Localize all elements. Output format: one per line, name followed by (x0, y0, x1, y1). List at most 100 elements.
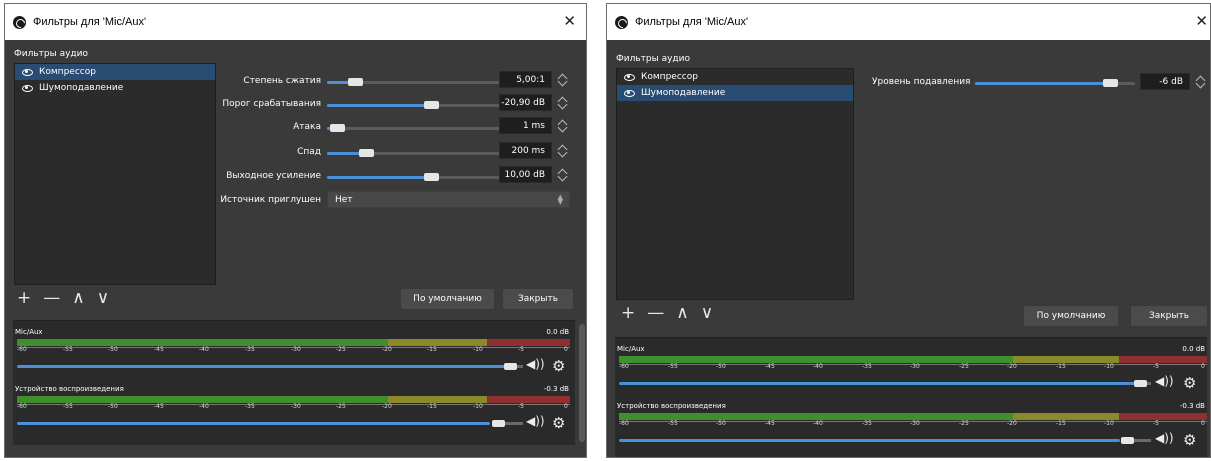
remove-filter-button[interactable]: — (647, 305, 664, 322)
release-slider[interactable] (327, 149, 503, 157)
move-up-button[interactable]: ∧ (676, 305, 688, 322)
filter-item-label: Компрессор (641, 72, 698, 82)
meter-tick-label: -55 (668, 363, 678, 370)
meter-tick-label: -15 (427, 403, 437, 410)
meter-tick-label: -50 (108, 403, 118, 410)
attack-slider[interactable] (327, 124, 503, 132)
eye-icon[interactable] (624, 89, 635, 97)
ratio-spinbox[interactable]: 5,00:1 (499, 71, 552, 88)
meter-tick-label: -55 (63, 403, 73, 410)
move-up-button[interactable]: ∧ (72, 290, 84, 307)
volume-meter (17, 339, 570, 346)
move-down-button[interactable]: ∨ (97, 290, 109, 307)
volume-slider[interactable] (619, 439, 1120, 442)
sidechain-label: Источник приглушен (220, 195, 321, 205)
ratio-label: Степень сжатия (243, 76, 321, 86)
suppression-level-spinbox[interactable]: -6 dB (1140, 73, 1190, 90)
filter-item-label: Шумоподавление (641, 88, 726, 98)
gear-icon[interactable]: ⚙ (1183, 433, 1196, 448)
meter-tick-label: -5 (1153, 420, 1159, 427)
meter-tick-label: -40 (813, 420, 823, 427)
meter-tick-label: -40 (199, 346, 209, 353)
sidechain-select[interactable]: Нет ▲ ▼ (327, 191, 570, 208)
meter-tick-label: -30 (910, 420, 920, 427)
eye-icon[interactable] (22, 68, 33, 76)
attack-stepper[interactable] (557, 117, 569, 134)
obs-logo-icon (13, 15, 26, 29)
chevron-updown-icon: ▲ ▼ (557, 193, 563, 206)
close-icon[interactable]: ✕ (563, 13, 576, 31)
meter-tick-label: -10 (473, 403, 483, 410)
close-button[interactable]: Закрыть (503, 289, 573, 309)
volume-slider-handle[interactable] (492, 420, 505, 427)
ratio-stepper[interactable] (557, 71, 569, 88)
suppression-level-label: Уровень подавления (872, 77, 971, 87)
add-filter-button[interactable]: + (621, 305, 635, 322)
meter-tick-label: -45 (154, 403, 164, 410)
audio-mixer: Mic/Aux 0.0 dB -60 -55 -50 -45 -40 -35 -30 -25-… (615, 337, 1207, 457)
meter-tick-label: -40 (199, 403, 209, 410)
remove-filter-button[interactable]: — (43, 290, 60, 307)
volume-meter (619, 413, 1207, 420)
volume-meter (619, 356, 1207, 363)
meter-tick-label: -25 (959, 420, 969, 427)
filter-item-noise-suppression[interactable]: Шумоподавление (617, 85, 853, 101)
threshold-spinbox[interactable]: -20,90 dB (499, 94, 552, 111)
gear-icon[interactable]: ⚙ (552, 416, 565, 431)
attack-spinbox[interactable]: 1 ms (499, 117, 552, 134)
meter-tick-label: -55 (63, 346, 73, 353)
speaker-icon[interactable]: ◀)) (1155, 431, 1174, 445)
obs-logo-icon (615, 15, 628, 29)
gear-icon[interactable]: ⚙ (1183, 376, 1196, 391)
release-value: 200 ms (511, 145, 546, 156)
defaults-button[interactable]: По умолчанию (1024, 306, 1118, 326)
close-button[interactable]: Закрыть (1131, 306, 1207, 326)
meter-tick-label: -50 (716, 363, 726, 370)
volume-slider[interactable] (17, 365, 505, 368)
audio-filters-label: Фильтры аудио (14, 49, 88, 59)
filter-item-compressor[interactable]: Компрессор (15, 64, 215, 80)
meter-ticks: -60 -55 -50 -45 -40 -35 -30 -25 -20 -15 -10 -5 0 (17, 403, 570, 415)
meter-ticks: -60 -55 -50 -45 -40 -35 -30 -25 -20 -15 -10 -5 0 (17, 346, 570, 358)
release-stepper[interactable] (557, 142, 569, 159)
volume-slider-handle[interactable] (1134, 380, 1147, 387)
meter-tick-label: -30 (910, 363, 920, 370)
channel-db: 0.0 dB (546, 328, 569, 336)
speaker-icon[interactable]: ◀)) (526, 357, 545, 371)
mixer-scrollbar[interactable] (579, 324, 585, 442)
output-gain-stepper[interactable] (557, 166, 569, 183)
ratio-slider[interactable] (327, 78, 503, 86)
add-filter-button[interactable]: + (17, 290, 31, 307)
audio-filters-label: Фильтры аудио (616, 54, 690, 64)
move-down-button[interactable]: ∨ (701, 305, 713, 322)
audio-mixer: Mic/Aux 0.0 dB -60 -55 -50 -45 -40 -35 -30 -25-… (13, 320, 575, 445)
output-gain-spinbox[interactable]: 10,00 dB (499, 166, 552, 183)
channel-name: Устройство воспроизведения (617, 402, 726, 410)
close-icon[interactable]: ✕ (1195, 13, 1208, 31)
eye-icon[interactable] (624, 73, 635, 81)
eye-icon[interactable] (22, 84, 33, 92)
meter-tick-label: -20 (1007, 420, 1017, 427)
release-spinbox[interactable]: 200 ms (499, 142, 552, 159)
defaults-button[interactable]: По умолчанию (401, 289, 494, 309)
meter-tick-label: -25 (959, 363, 969, 370)
volume-slider-track (1134, 439, 1151, 442)
output-gain-slider[interactable] (327, 173, 503, 181)
suppression-level-stepper[interactable] (1195, 73, 1207, 90)
volume-slider-handle[interactable] (504, 363, 517, 370)
volume-slider[interactable] (17, 422, 490, 425)
suppression-level-slider[interactable] (975, 79, 1135, 87)
threshold-slider[interactable] (327, 101, 503, 109)
filter-item-compressor[interactable]: Компрессор (617, 69, 853, 85)
speaker-icon[interactable]: ◀)) (1155, 374, 1174, 388)
volume-slider[interactable] (619, 382, 1135, 385)
meter-tick-label: -10 (1104, 420, 1114, 427)
attack-value: 1 ms (522, 120, 545, 131)
threshold-stepper[interactable] (557, 94, 569, 111)
volume-slider-handle[interactable] (1121, 437, 1134, 444)
gear-icon[interactable]: ⚙ (552, 359, 565, 374)
meter-tick-label: -45 (765, 363, 775, 370)
speaker-icon[interactable]: ◀)) (526, 414, 545, 428)
meter-tick-label: -5 (1153, 363, 1159, 370)
filter-item-noise-suppression[interactable]: Шумоподавление (15, 80, 215, 96)
